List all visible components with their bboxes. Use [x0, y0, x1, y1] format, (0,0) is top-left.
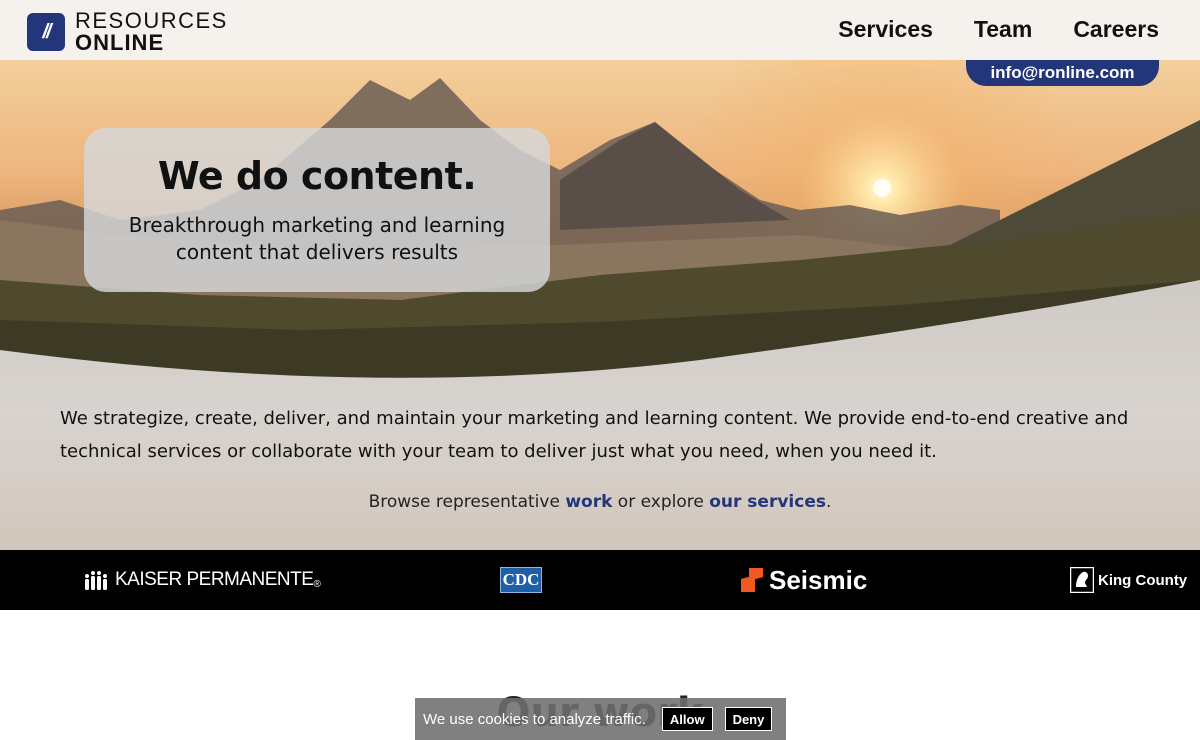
browse-line: Browse representative work or explore ou…	[0, 492, 1200, 512]
browse-suffix: .	[825, 492, 832, 512]
browse-prefix: Browse representative	[368, 492, 566, 512]
client-logos-strip: KAISER PERMANENTE ® CDC Seismic King Cou…	[0, 550, 1200, 610]
logo-mark-icon: //	[27, 13, 65, 51]
site-logo[interactable]: // RESOURCES ONLINE	[27, 10, 228, 54]
work-link[interactable]: work	[565, 492, 612, 512]
nav-services[interactable]: Services	[838, 16, 933, 43]
cdc-text: CDC	[500, 567, 542, 593]
kaiser-people-icon	[85, 571, 107, 590]
cookie-banner: We use cookies to analyze traffic. Allow…	[415, 698, 786, 740]
seismic-text: Seismic	[769, 564, 868, 595]
hero-card: We do content. Breakthrough marketing an…	[84, 128, 550, 292]
nav-team[interactable]: Team	[974, 16, 1032, 43]
kaiser-text: KAISER PERMANENTE	[115, 569, 314, 590]
cdc-logo: CDC	[500, 550, 542, 610]
seismic-logo: Seismic	[741, 550, 867, 610]
cookie-deny-button[interactable]: Deny	[724, 707, 773, 731]
cookie-message: We use cookies to analyze traffic.	[423, 710, 646, 728]
kaiser-registered-mark: ®	[313, 578, 321, 590]
hero-title: We do content.	[157, 154, 477, 198]
seismic-mark-icon	[741, 568, 763, 592]
king-county-text: King County	[1098, 571, 1188, 589]
our-services-link[interactable]: our services	[709, 492, 826, 512]
hero-subtitle: Breakthrough marketing and learning cont…	[128, 213, 506, 264]
king-county-logo: King County	[1070, 550, 1187, 610]
nav-careers[interactable]: Careers	[1073, 16, 1159, 43]
intro-paragraph: We strategize, create, deliver, and main…	[60, 408, 1129, 462]
main-nav: Services Team Careers	[838, 16, 1159, 43]
browse-middle: or explore	[612, 492, 710, 512]
logo-wordmark: RESOURCES ONLINE	[75, 10, 228, 54]
hero-section: We do content. Breakthrough marketing an…	[0, 60, 1200, 550]
site-header: // RESOURCES ONLINE Services Team Career…	[0, 0, 1200, 60]
king-county-seal-icon	[1070, 567, 1094, 593]
email-link[interactable]: info@ronline.com	[966, 60, 1159, 86]
logo-line1: RESOURCES	[75, 8, 228, 33]
kaiser-permanente-logo: KAISER PERMANENTE ®	[83, 550, 321, 610]
cookie-allow-button[interactable]: Allow	[661, 707, 713, 731]
logo-line2: ONLINE	[75, 30, 165, 55]
